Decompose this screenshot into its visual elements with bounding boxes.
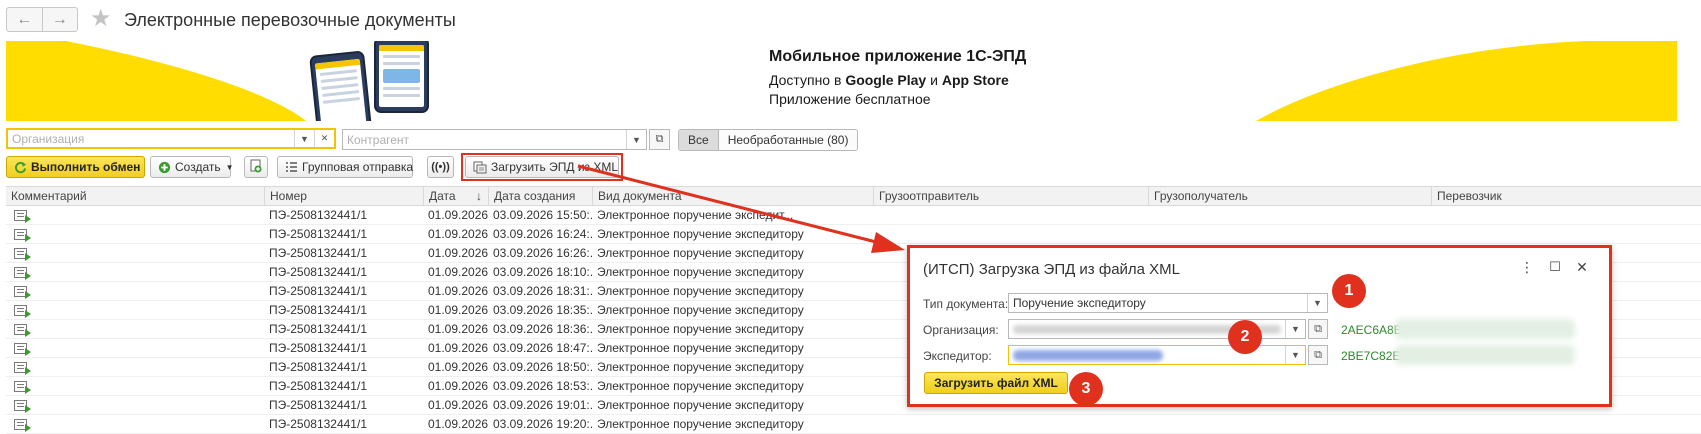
processing-filter[interactable]: Все Необработанные (80): [678, 129, 859, 151]
column-header-number[interactable]: Номер: [264, 187, 423, 205]
column-header-comment[interactable]: Комментарий: [6, 187, 264, 205]
organization-filter[interactable]: Организация ▼ ✕: [6, 128, 336, 149]
group-send-button[interactable]: Групповая отправка: [277, 156, 413, 178]
load-xml-file-button[interactable]: Загрузить файл XML: [924, 372, 1068, 394]
broadcast-button[interactable]: ((•)): [427, 156, 454, 178]
plus-circle-icon: [158, 161, 171, 174]
table-header: Комментарий Номер Дата ↓ Дата создания Ви…: [6, 186, 1701, 206]
create-button[interactable]: Создать ▼: [150, 156, 234, 178]
redacted-code: [1395, 319, 1575, 339]
chevron-down-icon[interactable]: ▼: [294, 130, 314, 147]
document-status-icon: [14, 229, 31, 242]
more-options-icon[interactable]: ⋮: [1518, 259, 1536, 276]
column-header-shipper[interactable]: Грузоотправитель: [873, 187, 1148, 205]
broadcast-icon: ((•)): [431, 161, 450, 173]
callout-badge-3: 3: [1069, 372, 1103, 406]
column-header-carrier[interactable]: Перевозчик: [1431, 187, 1701, 205]
document-status-icon: [14, 305, 31, 318]
clear-icon[interactable]: ✕: [314, 130, 334, 147]
phone-image: [374, 41, 429, 113]
column-header-date[interactable]: Дата ↓: [423, 187, 488, 205]
promo-banner[interactable]: Мобильное приложение 1С-ЭПД Доступно в G…: [6, 41, 1677, 121]
organization-input[interactable]: Организация: [8, 132, 294, 146]
table-row[interactable]: ПЭ-2508132441/1 01.09.2026 03.09.2026 15:5…: [6, 206, 1701, 225]
google-play-label: Google Play: [845, 72, 927, 88]
document-status-icon: [14, 210, 31, 223]
document-status-icon: [14, 267, 31, 280]
table-row[interactable]: ПЭ-2508132441/1 01.09.2026 03.09.2026 16:2…: [6, 225, 1701, 244]
organization-label: Организация:: [923, 323, 999, 337]
redacted-code: [1395, 345, 1575, 365]
callout-badge-1: 1: [1332, 274, 1366, 308]
banner-availability: Доступно в Google Play и App Store: [769, 72, 1009, 88]
back-arrow-icon[interactable]: ←: [7, 8, 42, 31]
callout-badge-2: 2: [1228, 320, 1262, 354]
open-window-icon[interactable]: ⧉: [1308, 319, 1328, 339]
forward-arrow-icon[interactable]: →: [41, 8, 78, 31]
dialog-title: (ИТСП) Загрузка ЭПД из файла XML: [923, 261, 1181, 278]
upload-document-button[interactable]: [244, 156, 268, 178]
favorite-star-icon[interactable]: ★: [90, 5, 112, 33]
banner-headline: Мобильное приложение 1С-ЭПД: [769, 48, 1027, 65]
column-header-consignee[interactable]: Грузополучатель: [1148, 187, 1431, 205]
forwarder-label: Экспедитор:: [923, 349, 992, 363]
app-store-label: App Store: [941, 72, 1009, 88]
chevron-down-icon: ▼: [225, 162, 234, 172]
organization-code: 2AEC6A8B: [1341, 323, 1402, 337]
doc-type-select[interactable]: Поручение экспедитору ▼: [1008, 293, 1328, 313]
chevron-down-icon[interactable]: ▼: [626, 130, 646, 149]
document-status-icon: [14, 381, 31, 394]
sort-down-icon: ↓: [476, 189, 482, 203]
open-window-icon[interactable]: ⧉: [1308, 345, 1328, 365]
column-header-created[interactable]: Дата создания: [488, 187, 592, 205]
counterparty-filter[interactable]: Контрагент ▼: [342, 129, 647, 150]
chevron-down-icon[interactable]: ▼: [1285, 346, 1305, 364]
document-status-icon: [14, 248, 31, 261]
history-nav: ← →: [6, 7, 78, 32]
document-status-icon: [14, 324, 31, 337]
document-status-icon: [14, 286, 31, 299]
chevron-down-icon[interactable]: ▼: [1307, 294, 1327, 312]
document-status-icon: [14, 343, 31, 356]
doc-type-value: Поручение экспедитору: [1013, 296, 1146, 310]
phone-image: [309, 50, 372, 121]
open-window-icon[interactable]: ⧉: [649, 129, 670, 150]
list-icon: [285, 161, 298, 173]
forwarder-code: 2BE7C82E: [1341, 349, 1401, 363]
counterparty-input[interactable]: Контрагент: [343, 133, 626, 147]
column-header-doc-type[interactable]: Вид документа: [592, 187, 873, 205]
chevron-down-icon[interactable]: ▼: [1285, 320, 1305, 338]
upload-file-icon: [473, 161, 487, 174]
page-title: Электронные перевозочные документы: [124, 10, 456, 30]
run-exchange-button[interactable]: Выполнить обмен: [6, 156, 145, 178]
xml-upload-dialog: (ИТСП) Загрузка ЭПД из файла XML ⋮ ☐ ✕ Т…: [907, 245, 1612, 407]
document-add-icon: [250, 159, 262, 176]
table-row[interactable]: ПЭ-2508132441/1 01.09.2026 03.09.2026 19:2…: [6, 415, 1701, 434]
document-status-icon: [14, 419, 31, 432]
filter-all-button[interactable]: Все: [679, 130, 719, 150]
banner-free-text: Приложение бесплатное: [769, 91, 931, 107]
refresh-icon: [14, 161, 27, 174]
banner-text: Мобильное приложение 1С-ЭПД Доступно в G…: [769, 47, 1026, 109]
forwarder-select[interactable]: ▼: [1008, 345, 1306, 365]
document-status-icon: [14, 362, 31, 375]
upload-epd-xml-button[interactable]: Загрузить ЭПД из XML: [465, 156, 619, 178]
filter-unprocessed-button[interactable]: Необработанные (80): [718, 130, 858, 150]
doc-type-label: Тип документа:: [923, 297, 1009, 311]
redacted-value: [1013, 349, 1163, 361]
close-icon[interactable]: ✕: [1573, 259, 1591, 276]
document-status-icon: [14, 400, 31, 413]
maximize-icon[interactable]: ☐: [1546, 259, 1564, 275]
